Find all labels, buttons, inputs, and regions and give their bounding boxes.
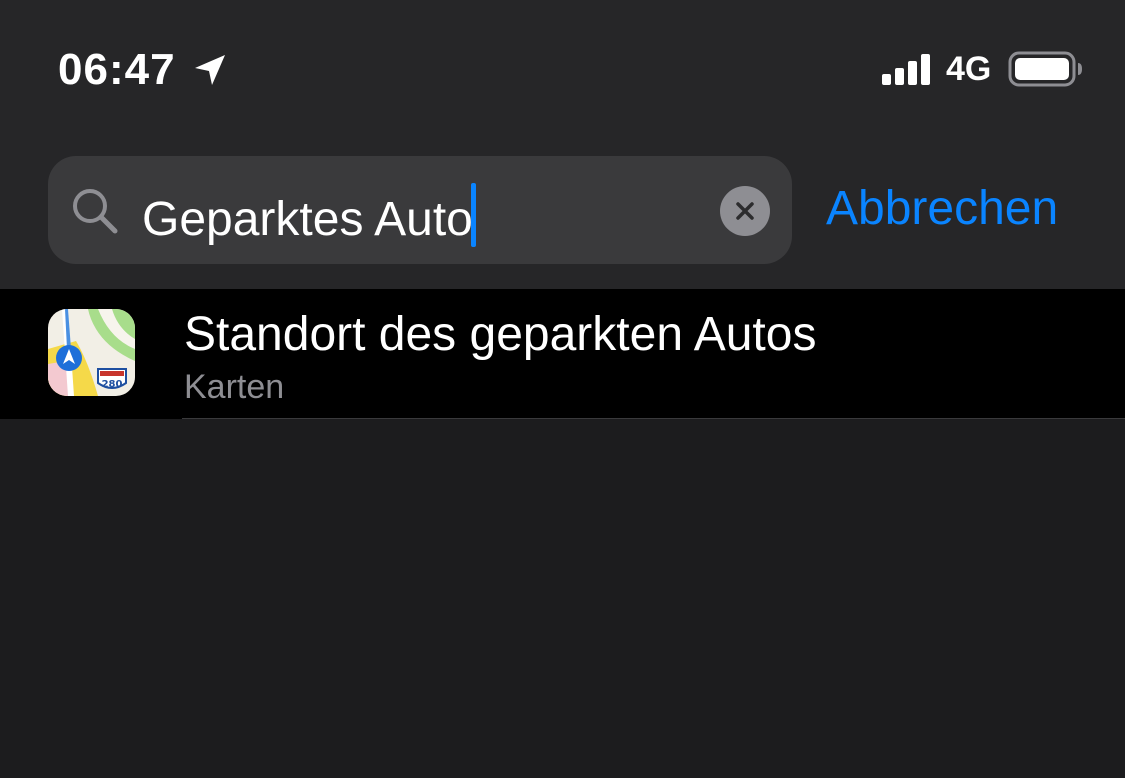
status-time: 06:47 <box>58 45 176 94</box>
cancel-button[interactable]: Abbrechen <box>826 180 1058 238</box>
search-input[interactable]: Geparktes Auto <box>48 156 792 264</box>
svg-text:280: 280 <box>102 379 123 390</box>
search-result-row[interactable]: 280 Standort des geparkten Autos Karten <box>0 289 1125 419</box>
clear-search-button[interactable] <box>720 186 770 236</box>
result-title: Standort des geparkten Autos <box>184 308 817 361</box>
location-arrow-icon <box>195 55 225 85</box>
clear-icon <box>736 202 754 220</box>
text-caret <box>470 183 476 247</box>
search-value[interactable]: Geparktes Auto <box>142 183 476 248</box>
battery-icon <box>1008 51 1082 87</box>
search-value-text: Geparktes Auto <box>142 193 473 246</box>
cellular-signal-icon <box>882 54 930 85</box>
row-divider <box>182 418 1125 419</box>
maps-app-icon: 280 <box>48 309 135 396</box>
network-type: 4G <box>946 50 992 88</box>
result-subtitle: Karten <box>184 368 285 406</box>
search-icon <box>73 189 118 234</box>
